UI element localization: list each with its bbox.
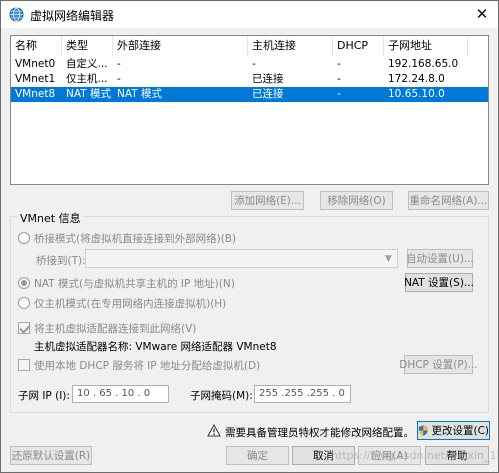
bridged-to-select[interactable]: ▼	[85, 249, 398, 268]
subnet-mask-label: 子网掩码(M):	[190, 390, 253, 402]
row-name: VMnet8	[15, 88, 56, 100]
dhcp-settings-button[interactable]: DHCP 设置(P)...	[399, 355, 478, 374]
nat-settings-button[interactable]: NAT 设置(S)...	[404, 273, 474, 292]
adapter-name-text: 主机虚拟适配器名称: VMware 网络适配器 VMnet8	[34, 341, 277, 353]
row-name: VMnet1	[15, 73, 56, 85]
help-button[interactable]: 帮助	[425, 446, 489, 465]
row-subnet: 172.24.8.0	[388, 73, 445, 85]
nat-mode-label: NAT 模式(与虚拟机共享主机的 IP 地址)(N)	[34, 278, 235, 290]
row-type: NAT 模式	[66, 88, 111, 100]
virtual-network-editor-window: 虚拟网络编辑器 ✕ 名称 类型 外部连接 主机连接 DHCP 子网地址 VMne…	[0, 0, 499, 473]
network-globe-icon	[9, 7, 24, 22]
auto-settings-button[interactable]: 自动设置(U)...	[406, 249, 474, 268]
network-list[interactable]: 名称 类型 外部连接 主机连接 DHCP 子网地址 VMnet0 自定义... …	[10, 35, 489, 185]
restore-defaults-button[interactable]: 还原默认设置(R)	[10, 446, 92, 465]
title-bar: 虚拟网络编辑器 ✕	[1, 1, 498, 28]
table-row-selected[interactable]: VMnet8 NAT 模式 NAT 模式 已连接 - 10.65.10.0	[11, 87, 488, 102]
column-header-name[interactable]: 名称	[11, 36, 62, 56]
rename-network-button[interactable]: 重命名网络(A)...	[408, 191, 489, 210]
host-only-label: 仅主机模式(在专用网络内连接虚拟机)(H)	[34, 298, 227, 310]
apply-button[interactable]: 应用(A)	[358, 446, 421, 465]
table-row[interactable]: VMnet1 仅主机... - 已连接 - 172.24.8.0	[11, 72, 488, 87]
dhcp-checkbox[interactable]	[18, 359, 30, 371]
change-settings-button[interactable]: 更改设置(C)	[417, 421, 490, 440]
row-name: VMnet0	[15, 58, 56, 70]
dhcp-label: 使用本地 DHCP 服务将 IP 地址分配给虚拟机(D)	[34, 360, 261, 372]
row-external: -	[117, 73, 121, 85]
row-external: -	[117, 58, 121, 70]
row-external: NAT 模式	[117, 88, 162, 100]
nat-mode-radio[interactable]	[18, 277, 30, 289]
subnet-ip-input[interactable]: 10 . 65 . 10 . 0	[72, 385, 169, 403]
remove-network-button[interactable]: 移除网络(O)	[320, 191, 393, 210]
subnet-ip-label: 子网 IP (I):	[18, 390, 70, 402]
row-type: 仅主机...	[66, 73, 108, 85]
row-subnet: 192.168.65.0	[388, 58, 459, 70]
change-settings-label: 更改设置(C)	[431, 425, 489, 437]
row-type: 自定义...	[66, 58, 108, 70]
bridged-mode-label: 桥接模式(将虚拟机直接连接到外部网络)(B)	[34, 233, 237, 245]
admin-notice-text: 需要具备管理员特权才能修改网络配置。	[225, 427, 414, 439]
subnet-mask-input[interactable]: 255 .255 .255 . 0	[254, 385, 351, 403]
list-header: 名称 类型 外部连接 主机连接 DHCP 子网地址	[11, 36, 488, 56]
ok-button[interactable]: 确定	[226, 446, 289, 465]
cancel-button[interactable]: 取消	[292, 446, 355, 465]
row-host: -	[252, 58, 256, 70]
column-header-dhcp[interactable]: DHCP	[333, 36, 384, 56]
column-header-subnet[interactable]: 子网地址	[384, 36, 468, 56]
window-title: 虚拟网络编辑器	[30, 9, 115, 23]
vmnet-info-title: VMnet 信息	[17, 210, 84, 226]
connect-adapter-label: 将主机虚拟适配器连接到此网络(V)	[34, 323, 197, 335]
row-subnet: 10.65.10.0	[388, 88, 445, 100]
column-header-external[interactable]: 外部连接	[113, 36, 248, 56]
table-row[interactable]: VMnet0 自定义... - - - 192.168.65.0	[11, 57, 488, 72]
column-header-type[interactable]: 类型	[62, 36, 113, 56]
row-host: 已连接	[252, 88, 284, 100]
row-dhcp: -	[337, 58, 341, 70]
row-host: 已连接	[252, 73, 284, 85]
close-button[interactable]: ✕	[470, 3, 494, 25]
close-icon: ✕	[475, 4, 489, 23]
bridged-mode-radio[interactable]	[18, 232, 30, 244]
bridged-to-label: 桥接到(T):	[36, 255, 86, 267]
chevron-down-icon: ▼	[385, 253, 392, 264]
row-dhcp: -	[337, 73, 341, 85]
host-only-radio[interactable]	[18, 297, 30, 309]
row-dhcp: -	[337, 88, 341, 100]
column-header-host[interactable]: 主机连接	[248, 36, 333, 56]
add-network-button[interactable]: 添加网络(E)...	[231, 191, 304, 210]
warning-icon	[207, 424, 221, 437]
uac-shield-icon	[418, 425, 428, 436]
connect-adapter-checkbox[interactable]	[18, 322, 30, 334]
